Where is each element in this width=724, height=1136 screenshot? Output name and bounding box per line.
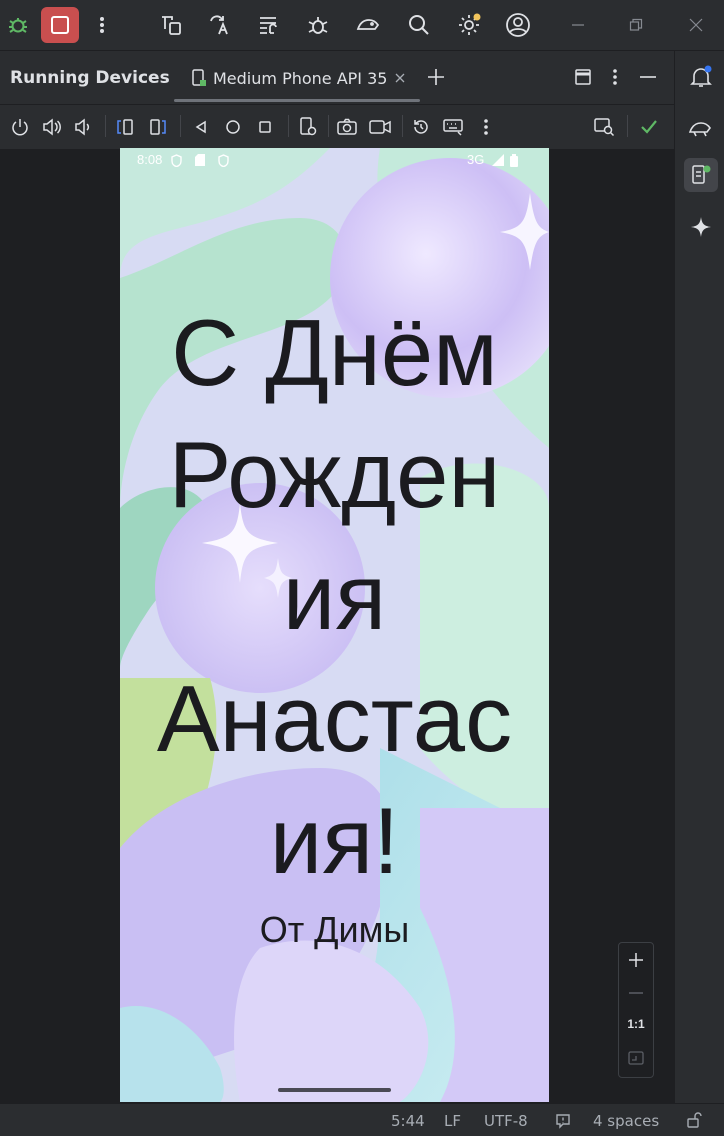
panel-title: Running Devices [10,68,170,88]
ide-status-bar: 5:44 LF UTF-8 4 spaces [0,1103,724,1136]
hide-panel-icon[interactable] [637,66,659,88]
zoom-in-icon[interactable] [622,946,650,974]
debug-bug-icon[interactable] [4,9,32,41]
close-tab-icon[interactable] [392,70,408,86]
caret-position[interactable]: 5:44 [391,1112,425,1130]
greeting-line-3: ия [282,544,387,649]
volume-down-icon[interactable] [71,115,95,139]
zoom-controls: 1:1 [618,942,654,1078]
phone-screen[interactable]: 8:08 3G С Днём Рожден ия Анастас ия! От … [120,148,549,1102]
running-devices-header: Running Devices Medium Phone API 35 [0,51,674,103]
account-avatar-icon[interactable] [503,10,533,40]
restore-window-icon[interactable] [621,10,651,40]
main-toolbar [0,0,724,51]
greeting-line-4: Анастас [156,666,513,771]
home-nav-icon[interactable] [221,115,245,139]
inspections-icon[interactable] [553,1111,573,1131]
search-icon[interactable] [404,10,434,40]
gesture-nav-handle[interactable] [278,1088,391,1092]
file-encoding[interactable]: UTF-8 [484,1112,528,1130]
status-time: 8:08 [137,152,163,167]
toolbar-separator [627,115,628,137]
right-tool-strip [674,51,724,1103]
keyboard-input-icon[interactable] [441,115,467,139]
device-manager-icon[interactable] [156,10,186,40]
phone-device-icon [190,69,208,87]
zoom-actual-size-button[interactable]: 1:1 [619,1017,653,1031]
panel-more-icon[interactable] [604,66,626,88]
stop-icon [51,16,69,34]
back-nav-icon[interactable] [189,115,213,139]
battery-icon [509,152,519,168]
toolbar-separator [180,115,181,137]
tab-label: Medium Phone API 35 [213,69,388,88]
phone-status-bar: 8:08 3G [120,148,549,172]
sd-card-icon [194,153,206,167]
zoom-fit-icon[interactable] [622,1044,650,1072]
network-type: 3G [467,152,485,167]
signal-strength-icon [491,153,505,167]
ai-sparkle-icon[interactable] [687,213,715,241]
snapshot-history-icon[interactable] [409,115,433,139]
more-vertical-icon[interactable] [90,9,114,41]
add-tab-icon[interactable] [424,65,448,89]
privacy-shield-icon [217,153,229,167]
greeting-line-2: Рожден [168,422,501,527]
toolbar-separator [105,115,106,137]
lock-open-icon[interactable] [684,1110,704,1130]
gemini-agent-icon[interactable] [687,113,715,141]
rotate-left-icon[interactable] [113,115,137,139]
device-settings-icon[interactable] [296,115,320,139]
window-layout-icon[interactable] [572,66,594,88]
format-lines-icon[interactable] [253,10,283,40]
device-more-icon[interactable] [474,115,498,139]
greeting-line-5: ия! [269,788,400,893]
check-icon[interactable] [637,115,661,139]
line-ending[interactable]: LF [444,1112,461,1130]
tab-underline [174,99,420,102]
settings-gear-icon[interactable] [454,10,484,40]
toolbar-separator [402,115,403,137]
greeting-line-1: С Днём [171,300,498,405]
debug-attach-icon[interactable] [303,10,333,40]
notifications-bell-icon[interactable] [687,63,715,91]
screen-record-icon[interactable] [367,115,393,139]
indent-setting[interactable]: 4 spaces [593,1112,659,1130]
toolbar-separator [328,115,329,137]
greeting-signature: От Димы [259,909,410,950]
stop-button[interactable] [41,7,79,43]
power-icon[interactable] [8,115,32,139]
inspect-search-icon[interactable] [592,115,618,139]
minimize-window-icon[interactable] [563,10,593,40]
running-devices-tool-icon[interactable] [684,158,718,192]
tab-medium-phone[interactable]: Medium Phone API 35 [174,51,420,103]
overview-nav-icon[interactable] [253,115,277,139]
gemini-sync-icon[interactable] [353,10,383,40]
translate-icon[interactable] [204,10,234,40]
rotate-right-icon[interactable] [146,115,170,139]
close-window-icon[interactable] [681,10,711,40]
device-toolbar [0,104,674,150]
volume-up-icon[interactable] [40,115,64,139]
toolbar-separator [288,115,289,137]
shield-icon [170,153,182,167]
screenshot-camera-icon[interactable] [335,115,359,139]
zoom-out-icon[interactable] [622,979,650,1007]
